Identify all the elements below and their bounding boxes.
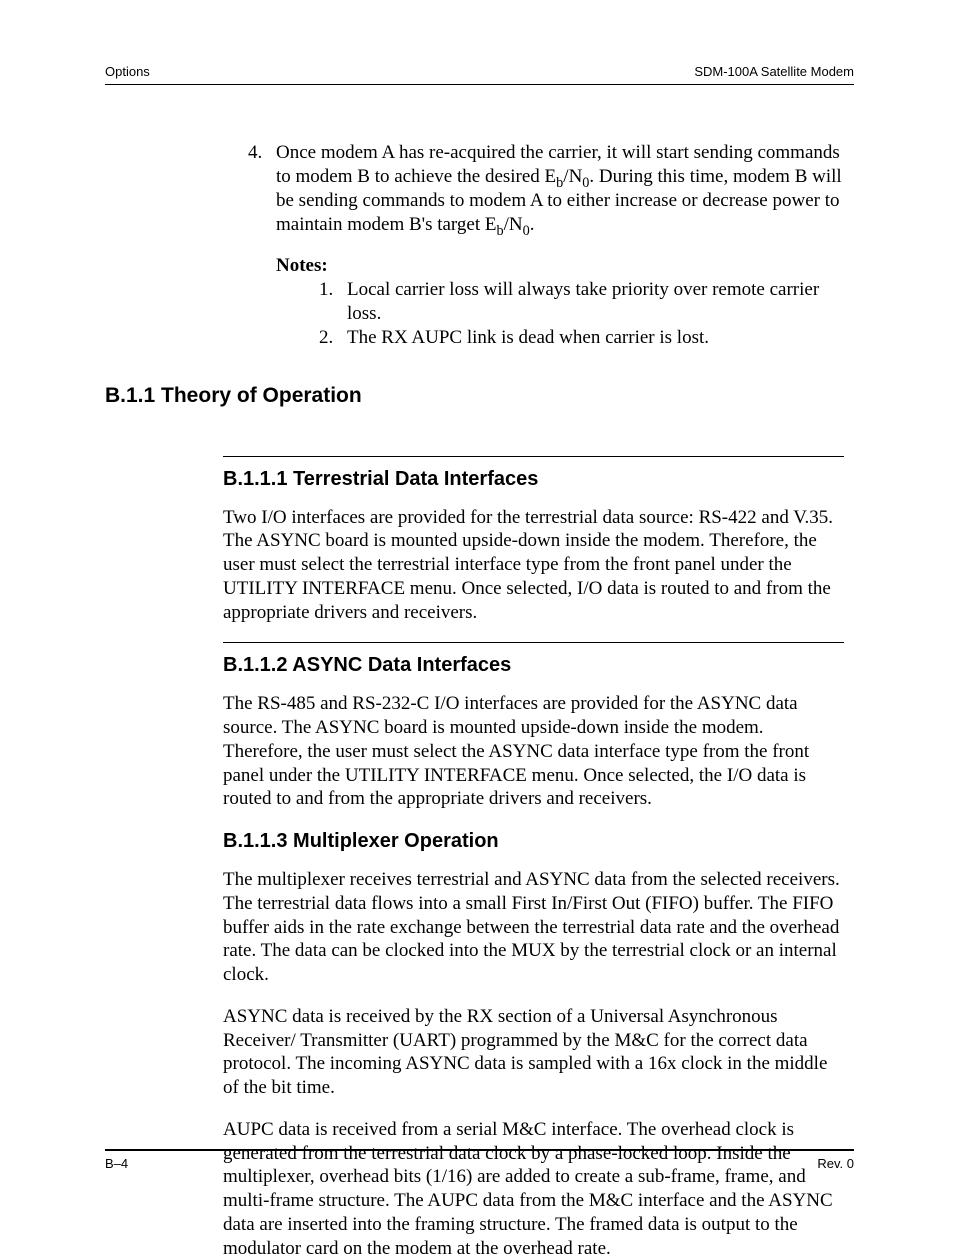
section-b-1-1-3: B.1.1.3 Multiplexer Operation The multip… [223, 829, 844, 1260]
paragraph: AUPC data is received from a serial M&C … [223, 1118, 844, 1260]
list-item-4: 4. Once modem A has re-acquired the carr… [248, 141, 844, 236]
section-b-1-1-1: B.1.1.1 Terrestrial Data Interfaces Two … [223, 456, 844, 625]
heading-b-1-1: B.1.1 Theory of Operation [105, 383, 854, 409]
section-b-1-1-2: B.1.1.2 ASYNC Data Interfaces The RS-485… [223, 642, 844, 811]
note-text: The RX AUPC link is dead when carrier is… [347, 326, 854, 350]
note-text: Local carrier loss will always take prio… [347, 278, 854, 326]
heading-b-1-1-2: B.1.1.2 ASYNC Data Interfaces [223, 653, 844, 678]
running-header: Options SDM-100A Satellite Modem [105, 64, 854, 85]
paragraph: The RS-485 and RS-232-C I/O interfaces a… [223, 692, 844, 811]
list-item-text: Once modem A has re-acquired the carrier… [276, 141, 844, 236]
footer-revision: Rev. 0 [817, 1156, 854, 1172]
notes-block: Notes: 1. Local carrier loss will always… [276, 254, 854, 349]
paragraph: ASYNC data is received by the RX section… [223, 1005, 844, 1100]
note-line-2: 2. The RX AUPC link is dead when carrier… [319, 326, 854, 350]
heading-b-1-1-1: B.1.1.1 Terrestrial Data Interfaces [223, 467, 844, 492]
note-number: 1. [319, 278, 347, 326]
list-item-number: 4. [248, 141, 276, 236]
footer-page-number: B–4 [105, 1156, 128, 1172]
heading-b-1-1-3: B.1.1.3 Multiplexer Operation [223, 829, 844, 854]
header-right: SDM-100A Satellite Modem [694, 64, 854, 80]
paragraph: Two I/O interfaces are provided for the … [223, 506, 844, 625]
section-rule [223, 642, 844, 643]
page: Options SDM-100A Satellite Modem 4. Once… [0, 0, 954, 1235]
note-number: 2. [319, 326, 347, 350]
section-rule [223, 456, 844, 457]
notes-label: Notes: [276, 254, 854, 278]
running-footer: B–4 Rev. 0 [105, 1149, 854, 1172]
paragraph: The multiplexer receives terrestrial and… [223, 868, 844, 987]
note-line-1: 1. Local carrier loss will always take p… [319, 278, 854, 326]
header-left: Options [105, 64, 150, 80]
